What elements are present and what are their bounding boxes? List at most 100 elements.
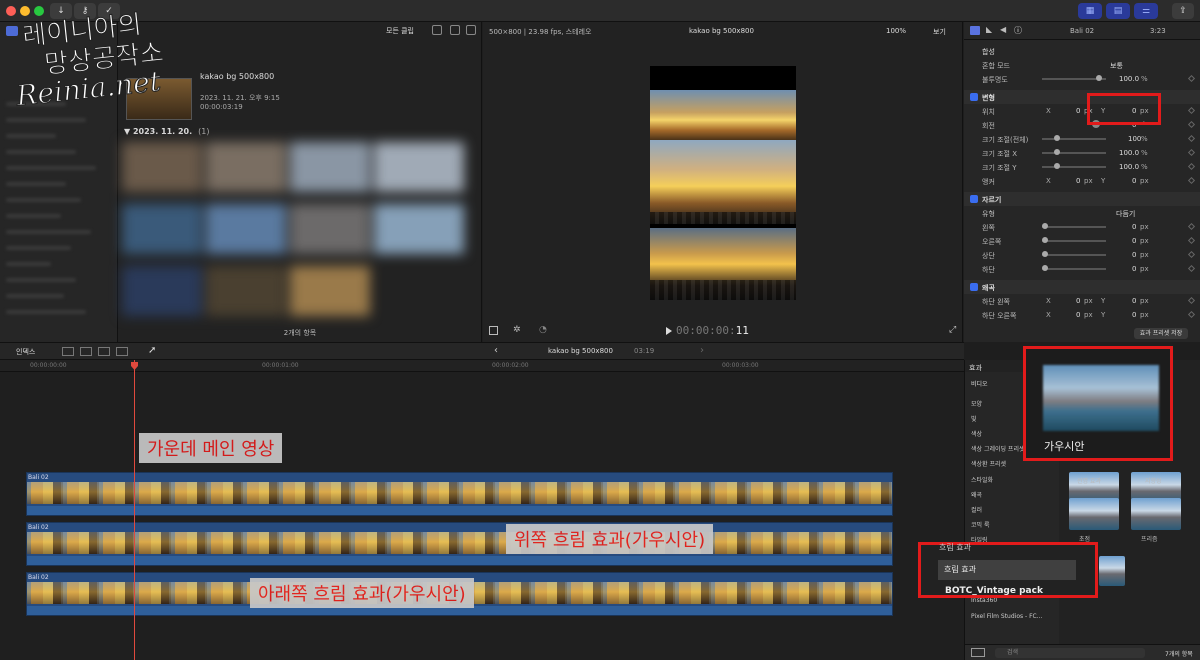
effect-category[interactable]: 색상환 프리셋 bbox=[971, 459, 1006, 468]
distort-bl-x[interactable]: 0 bbox=[1076, 297, 1080, 305]
checkmark-icon[interactable]: ✓ bbox=[98, 3, 120, 19]
blur-category-item[interactable]: 흐림 효과 bbox=[938, 560, 1076, 580]
close-window-button[interactable] bbox=[6, 6, 16, 16]
audio-inspector-icon[interactable]: ◀ bbox=[1000, 25, 1006, 34]
crop-bottom-knob[interactable] bbox=[1042, 265, 1048, 271]
crop-top-knob[interactable] bbox=[1042, 251, 1048, 257]
grid-icon[interactable]: ▦ bbox=[1078, 3, 1102, 19]
library-icon[interactable] bbox=[6, 26, 18, 36]
gaussian-preview-popup[interactable]: 가우시안 bbox=[1023, 346, 1173, 461]
keyframe-icon[interactable] bbox=[1187, 120, 1196, 129]
crop-right-slider[interactable] bbox=[1042, 240, 1106, 242]
scale-x-value[interactable]: 100.0 bbox=[1119, 149, 1139, 157]
opacity-knob[interactable] bbox=[1096, 75, 1102, 81]
overwrite-clip-icon[interactable] bbox=[116, 347, 128, 356]
transform-checkbox[interactable] bbox=[970, 93, 978, 101]
distort-br-x[interactable]: 0 bbox=[1076, 311, 1080, 319]
zoom-window-button[interactable] bbox=[34, 6, 44, 16]
blend-mode-value[interactable]: 보통 bbox=[1110, 61, 1123, 71]
transform-section[interactable]: 변형 bbox=[964, 90, 1200, 104]
crop-top-slider[interactable] bbox=[1042, 254, 1106, 256]
crop-type-value[interactable]: 다듬기 bbox=[1116, 209, 1135, 219]
fullscreen-icon[interactable]: ⤢ bbox=[949, 325, 956, 335]
crop-right-value[interactable]: 0 bbox=[1132, 237, 1136, 245]
share-icon[interactable]: ⇪ bbox=[1172, 3, 1194, 19]
play-button[interactable] bbox=[666, 327, 672, 335]
video-inspector-icon[interactable] bbox=[970, 26, 980, 35]
keyframe-icon[interactable] bbox=[1187, 236, 1196, 245]
anchor-y-value[interactable]: 0 bbox=[1132, 177, 1136, 185]
zoom-dropdown[interactable]: 100% bbox=[886, 27, 906, 35]
position-x-value[interactable]: 0 bbox=[1076, 107, 1080, 115]
effect-category[interactable]: 컬러 bbox=[971, 505, 982, 514]
effect-thumbnail[interactable] bbox=[1069, 498, 1119, 530]
crop-checkbox[interactable] bbox=[970, 195, 978, 203]
effect-category[interactable]: Insta360 bbox=[971, 597, 997, 604]
search-icon[interactable] bbox=[466, 25, 476, 35]
crop-section[interactable]: 자르기 bbox=[964, 192, 1200, 206]
effects-search-input[interactable]: 검색 bbox=[995, 648, 1145, 658]
keyframe-icon[interactable] bbox=[1187, 162, 1196, 171]
keyframe-icon[interactable] bbox=[1187, 148, 1196, 157]
event-group-header[interactable]: ▼ 2023. 11. 20. (1) bbox=[124, 127, 210, 136]
botc-vintage-pack-item[interactable]: BOTC_Vintage pack bbox=[945, 586, 1043, 596]
effect-thumbnail[interactable] bbox=[1099, 556, 1125, 586]
scale-all-knob[interactable] bbox=[1054, 135, 1060, 141]
transform-tool-icon[interactable] bbox=[489, 326, 498, 335]
list-view-icon[interactable] bbox=[450, 25, 460, 35]
project-name[interactable]: kakao bg 500x800 bbox=[548, 347, 613, 355]
distort-checkbox[interactable] bbox=[970, 283, 978, 291]
category-video-header[interactable]: 비디오 bbox=[971, 379, 988, 388]
scale-all-slider[interactable] bbox=[1042, 138, 1106, 140]
clip-thumbnail[interactable] bbox=[126, 78, 192, 120]
effect-thumbnail[interactable] bbox=[1131, 498, 1181, 530]
minimize-window-button[interactable] bbox=[20, 6, 30, 16]
crop-bottom-slider[interactable] bbox=[1042, 268, 1106, 270]
keyframe-icon[interactable] bbox=[1187, 74, 1196, 83]
distort-bl-y[interactable]: 0 bbox=[1132, 297, 1136, 305]
effect-category[interactable]: 모양 bbox=[971, 399, 982, 408]
info-inspector-icon[interactable]: ⓘ bbox=[1014, 25, 1022, 36]
index-button[interactable]: 인덱스 bbox=[16, 347, 35, 357]
speed-icon[interactable]: ◔ bbox=[539, 325, 547, 335]
crop-left-knob[interactable] bbox=[1042, 223, 1048, 229]
keyframe-icon[interactable] bbox=[1187, 310, 1196, 319]
keyframe-icon[interactable] bbox=[1187, 296, 1196, 305]
distort-br-y[interactable]: 0 bbox=[1132, 311, 1136, 319]
effect-category[interactable]: Pixel Film Studios - FC... bbox=[971, 613, 1042, 620]
effect-category[interactable]: 스타일화 bbox=[971, 475, 993, 484]
clip-filter-dropdown[interactable]: 모든 클립 bbox=[386, 26, 414, 36]
download-icon[interactable]: ↓ bbox=[50, 3, 72, 19]
crop-right-knob[interactable] bbox=[1042, 237, 1048, 243]
magic-wand-icon[interactable]: ✲ bbox=[513, 325, 521, 335]
forward-arrow-icon[interactable]: › bbox=[700, 345, 704, 356]
back-arrow-icon[interactable]: ‹ bbox=[494, 345, 498, 356]
insert-clip-icon[interactable] bbox=[80, 347, 92, 356]
scale-all-value[interactable]: 100 bbox=[1128, 135, 1141, 143]
key-icon[interactable]: ⚷ bbox=[74, 3, 96, 19]
keyframe-icon[interactable] bbox=[1187, 106, 1196, 115]
view-dropdown[interactable]: 보기 bbox=[933, 27, 946, 37]
timeline[interactable]: Bali 02 Bali 02 Bali 02 bbox=[0, 372, 964, 660]
scale-x-knob[interactable] bbox=[1054, 149, 1060, 155]
scale-y-value[interactable]: 100.0 bbox=[1119, 163, 1139, 171]
crop-left-value[interactable]: 0 bbox=[1132, 223, 1136, 231]
keyframe-icon[interactable] bbox=[1187, 176, 1196, 185]
effect-category[interactable]: 색상 그레이딩 프리셋 bbox=[971, 444, 1025, 453]
effect-category[interactable]: 코믹 룩 bbox=[971, 520, 989, 529]
sliders-icon[interactable]: ⚌ bbox=[1134, 3, 1158, 19]
distort-section[interactable]: 왜곡 bbox=[964, 280, 1200, 294]
scale-y-knob[interactable] bbox=[1054, 163, 1060, 169]
crop-bottom-value[interactable]: 0 bbox=[1132, 265, 1136, 273]
effect-category[interactable]: 빛 bbox=[971, 414, 977, 423]
playhead[interactable] bbox=[134, 360, 135, 660]
connect-clip-icon[interactable] bbox=[62, 347, 74, 356]
timeline-clip-main[interactable]: Bali 02 bbox=[26, 472, 893, 516]
anchor-x-value[interactable]: 0 bbox=[1076, 177, 1080, 185]
effect-category[interactable]: 왜곡 bbox=[971, 490, 982, 499]
crop-top-value[interactable]: 0 bbox=[1132, 251, 1136, 259]
crop-left-slider[interactable] bbox=[1042, 226, 1106, 228]
effect-category[interactable]: 색상 bbox=[971, 429, 982, 438]
opacity-value[interactable]: 100.0 bbox=[1119, 75, 1139, 83]
list-icon[interactable]: ▤ bbox=[1106, 3, 1130, 19]
